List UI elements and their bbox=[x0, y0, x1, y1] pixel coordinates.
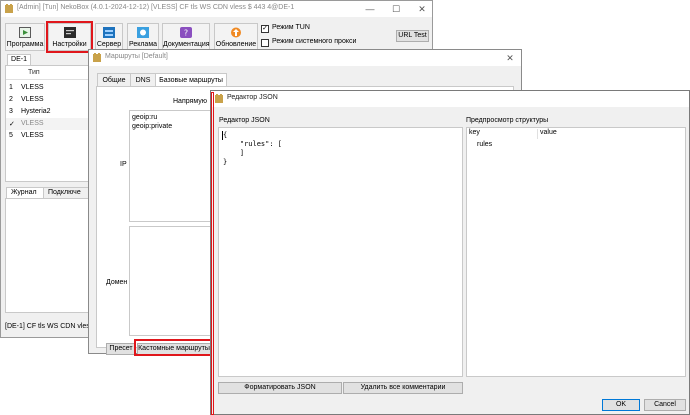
routes-titlebar: Маршруты [Default] ✕ bbox=[89, 50, 521, 66]
domain-label: Домен bbox=[106, 279, 128, 286]
tab-dns[interactable]: DNS bbox=[130, 73, 156, 87]
tab-basic-routes[interactable]: Базовые маршруты bbox=[155, 73, 227, 87]
ip-direct-textarea[interactable]: geoip:ru geoip:private bbox=[129, 110, 211, 222]
ok-button[interactable]: OK bbox=[602, 399, 640, 411]
docs-icon: ? bbox=[180, 27, 192, 38]
system-proxy-label: Режим системного прокси bbox=[272, 38, 357, 45]
ip-value-line: geoip:private bbox=[132, 123, 173, 130]
json-editor-highlight bbox=[211, 92, 214, 415]
nekobox-app-icon bbox=[5, 4, 13, 13]
tree-item[interactable]: rules bbox=[477, 141, 492, 148]
code-line: { bbox=[223, 131, 228, 139]
active-check-icon: ✓ bbox=[9, 121, 15, 128]
settings-highlight bbox=[46, 21, 93, 53]
table-row[interactable]: ✓ VLESS bbox=[6, 118, 88, 130]
update-button[interactable]: Обновление bbox=[214, 23, 258, 51]
table-header-divider bbox=[6, 79, 90, 80]
ads-icon bbox=[137, 27, 149, 38]
close-icon[interactable]: ✕ bbox=[415, 3, 429, 15]
table-row[interactable]: 1 VLESS bbox=[6, 82, 88, 94]
svg-text:?: ? bbox=[184, 29, 188, 38]
ads-button[interactable]: Реклама bbox=[127, 23, 159, 51]
json-editor-label: Редактор JSON bbox=[219, 117, 270, 124]
ads-label: Реклама bbox=[128, 41, 158, 48]
code-line: } bbox=[223, 158, 228, 166]
json-editor-dialog: Редактор JSON Редактор JSON Предпросмотр… bbox=[210, 90, 690, 415]
server-table: Тип 1 VLESS 2 VLESS 3 Hysteria2 ✓ VLESS 5 VLESS bbox=[5, 65, 90, 182]
maximize-icon[interactable]: ☐ bbox=[389, 3, 403, 15]
tree-header-separator bbox=[537, 129, 538, 139]
update-label: Обновление bbox=[215, 41, 257, 48]
table-header-type: Тип bbox=[28, 69, 40, 76]
format-json-button[interactable]: Форматировать JSON bbox=[218, 382, 342, 394]
docs-button[interactable]: ? Документация bbox=[162, 23, 210, 51]
code-line: ] bbox=[223, 149, 245, 157]
remove-comments-button[interactable]: Удалить все комментарии bbox=[343, 382, 463, 394]
row-type: Hysteria2 bbox=[21, 108, 51, 115]
server-label: Сервер bbox=[96, 41, 122, 48]
table-row[interactable]: 5 VLESS bbox=[6, 130, 88, 142]
program-icon bbox=[19, 27, 31, 38]
tree-header-value: value bbox=[540, 129, 557, 136]
program-label: Программа bbox=[6, 41, 44, 48]
tab-general[interactable]: Общие bbox=[97, 73, 131, 87]
program-button[interactable]: Программа bbox=[5, 23, 45, 51]
cancel-button[interactable]: Cancel bbox=[644, 399, 686, 411]
log-panel bbox=[5, 198, 89, 313]
json-dialog-icon bbox=[215, 94, 223, 103]
tun-mode-label: Режим TUN bbox=[272, 24, 310, 31]
update-icon bbox=[231, 27, 241, 38]
ip-label: IP bbox=[120, 161, 127, 168]
row-number: 5 bbox=[9, 132, 13, 139]
direct-column-header: Напрямую bbox=[173, 98, 207, 105]
tun-mode-checkbox[interactable]: ✓ bbox=[261, 25, 269, 33]
server-icon bbox=[103, 27, 115, 38]
system-proxy-checkbox[interactable] bbox=[261, 39, 269, 47]
row-number: 3 bbox=[9, 108, 13, 115]
custom-routes-highlight bbox=[134, 339, 213, 356]
row-number: 2 bbox=[9, 96, 13, 103]
row-type: VLESS bbox=[21, 96, 44, 103]
routes-close-icon[interactable]: ✕ bbox=[503, 52, 517, 64]
table-row[interactable]: 3 Hysteria2 bbox=[6, 106, 88, 118]
preset-button[interactable]: Пресет bbox=[106, 343, 136, 355]
table-row[interactable]: 2 VLESS bbox=[6, 94, 88, 106]
server-button[interactable]: Сервер bbox=[95, 23, 123, 51]
routes-dialog-icon bbox=[93, 53, 101, 62]
routes-dialog-title: Маршруты [Default] bbox=[105, 53, 168, 60]
json-dialog-title: Редактор JSON bbox=[227, 94, 278, 101]
main-window-title: [Admin] [Tun] NekoBox (4.0.1-2024-12-12)… bbox=[17, 4, 295, 11]
json-code-editor[interactable]: { "rules": [ ]} bbox=[218, 127, 463, 377]
row-type: VLESS bbox=[21, 84, 44, 91]
url-test-button[interactable]: URL Test bbox=[396, 30, 429, 42]
minimize-icon[interactable]: — bbox=[363, 3, 377, 15]
tree-header-key: key bbox=[469, 129, 480, 136]
row-type: VLESS bbox=[21, 120, 44, 127]
row-type: VLESS bbox=[21, 132, 44, 139]
docs-label: Документация bbox=[163, 41, 210, 48]
ip-value-line: geoip:ru bbox=[132, 114, 158, 121]
main-titlebar: [Admin] [Tun] NekoBox (4.0.1-2024-12-12)… bbox=[1, 1, 432, 17]
json-titlebar: Редактор JSON bbox=[211, 91, 689, 107]
code-line: "rules": [ bbox=[223, 140, 283, 148]
domain-direct-textarea[interactable] bbox=[129, 226, 211, 336]
structure-preview-label: Предпросмотр структуры bbox=[466, 117, 549, 124]
row-number: 1 bbox=[9, 84, 13, 91]
structure-tree: key value rules bbox=[466, 127, 686, 377]
